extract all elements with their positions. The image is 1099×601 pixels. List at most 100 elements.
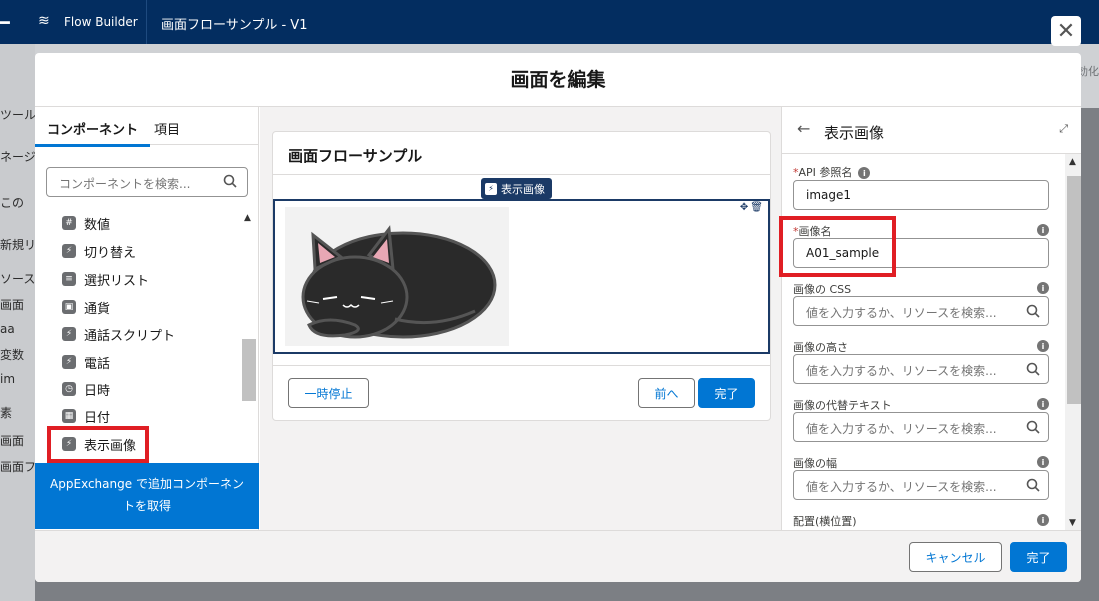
background-sidebar: ツール ネージ この 新規リ ソース 画面 aa 変数 im 素 画面 画面フ: [0, 44, 37, 601]
component-item-picklist[interactable]: ≡ 選択リスト: [62, 269, 149, 289]
info-icon[interactable]: i: [1037, 514, 1049, 526]
modal-close-button[interactable]: ✕: [1051, 16, 1081, 46]
search-icon: [1026, 362, 1040, 376]
component-label: 数値: [84, 217, 111, 233]
previous-button[interactable]: 前へ: [638, 378, 695, 408]
cancel-button[interactable]: キャンセル: [909, 542, 1002, 572]
cat-image: [285, 207, 509, 346]
component-item-toggle[interactable]: ⚡ 切り替え: [62, 241, 136, 261]
search-icon: [1026, 304, 1040, 318]
component-item-number[interactable]: # 数値: [62, 213, 110, 233]
input-placeholder: 値を入力するか、リソースを検索...: [806, 422, 997, 436]
scroll-up-icon[interactable]: ▲: [1069, 157, 1076, 167]
flow-builder-logo-icon: ≋: [38, 13, 50, 29]
screen-canvas: 画面フローサンプル ⚡ 表示画像 ✥🗑 一時停止 前へ 完了: [260, 107, 781, 530]
flow-name: 画面フローサンプル - V1: [161, 18, 308, 33]
info-icon[interactable]: i: [858, 167, 871, 179]
bg-text: aa: [0, 322, 15, 336]
search-icon: [1026, 420, 1040, 434]
component-label: 選択リスト: [84, 273, 150, 289]
app-header: ━ ≋ Flow Builder 画面フローサンプル - V1: [0, 0, 1099, 44]
number-icon: #: [62, 216, 76, 230]
image-css-input[interactable]: 値を入力するか、リソースを検索...: [793, 296, 1049, 326]
field-label-image-width: 画像の幅: [793, 457, 837, 470]
scrollbar-thumb[interactable]: [242, 339, 256, 401]
bg-text: im: [0, 372, 16, 386]
sleeping-cat-illustration: [301, 225, 497, 339]
image-width-input[interactable]: 値を入力するか、リソースを検索...: [793, 470, 1049, 500]
bg-text: 素: [0, 406, 13, 420]
pause-button[interactable]: 一時停止: [288, 378, 369, 408]
highlight-box: [47, 426, 149, 463]
expand-icon[interactable]: ⤢: [1059, 122, 1068, 136]
date-icon: ▦: [62, 409, 76, 423]
properties-scrollbar[interactable]: ▲ ▼: [1065, 154, 1081, 530]
header-divider: [146, 0, 147, 44]
info-icon[interactable]: i: [1037, 340, 1049, 352]
modal-title: 画面を編集: [510, 69, 606, 91]
properties-header: ← 表示画像 ⤢: [782, 107, 1081, 154]
selected-component-badge: ⚡ 表示画像: [481, 178, 552, 199]
close-icon: ✕: [1056, 18, 1076, 44]
component-label: 日付: [84, 410, 111, 426]
info-icon[interactable]: i: [1037, 282, 1049, 294]
field-label-alt-text: 画像の代替テキスト: [793, 399, 892, 412]
component-item-currency[interactable]: ▣ 通貨: [62, 297, 110, 317]
appexchange-banner[interactable]: AppExchange で追加コンポーネントを取得: [35, 463, 259, 529]
picklist-icon: ≡: [62, 272, 76, 286]
info-icon[interactable]: i: [1037, 224, 1049, 236]
label-text: API 参照名: [798, 166, 853, 179]
modal-footer: キャンセル 完了: [35, 530, 1081, 582]
component-label: 切り替え: [84, 245, 137, 261]
input-placeholder: 値を入力するか、リソースを検索...: [806, 364, 997, 378]
image-height-input[interactable]: 値を入力するか、リソースを検索...: [793, 354, 1049, 384]
highlight-box: [779, 216, 896, 277]
call-script-icon: ⚡: [62, 327, 76, 341]
bg-text: ソース: [0, 272, 36, 286]
finish-button[interactable]: 完了: [698, 378, 755, 408]
edit-screen-modal: 画面を編集 コンポーネント 項目 コンポーネントを検索... # 数値 ⚡ 切り…: [35, 53, 1081, 582]
api-name-input[interactable]: image1: [793, 180, 1049, 210]
component-label: 日時: [84, 383, 111, 399]
divider: [273, 365, 770, 366]
badge-label: 表示画像: [501, 182, 545, 196]
currency-icon: ▣: [62, 300, 76, 314]
scrollbar-thumb[interactable]: [1067, 176, 1081, 404]
component-item-datetime[interactable]: ◷ 日時: [62, 379, 110, 399]
tab-fields[interactable]: 項目: [154, 119, 180, 138]
palette-tabs: コンポーネント 項目: [35, 107, 259, 147]
divider: [273, 174, 770, 175]
component-label: 通貨: [84, 301, 111, 317]
component-search-input[interactable]: コンポーネントを検索...: [46, 167, 248, 197]
component-item-phone[interactable]: ⚡ 電話: [62, 352, 110, 372]
scroll-down-icon[interactable]: ▼: [1069, 518, 1076, 528]
tab-components[interactable]: コンポーネント: [35, 119, 151, 147]
datetime-icon: ◷: [62, 382, 76, 396]
toggle-icon: ⚡: [62, 244, 76, 258]
alt-text-input[interactable]: 値を入力するか、リソースを検索...: [793, 412, 1049, 442]
search-icon: [223, 174, 237, 188]
scroll-up-icon[interactable]: ▲: [244, 213, 251, 223]
properties-title: 表示画像: [824, 124, 885, 142]
bg-text: ネージ: [0, 150, 36, 164]
back-arrow-icon[interactable]: ←: [797, 119, 810, 138]
component-label: 通話スクリプト: [84, 328, 176, 344]
modal-header: 画面を編集: [35, 53, 1081, 107]
selected-display-image[interactable]: ✥🗑: [273, 199, 770, 354]
bg-text: 新規リ: [0, 238, 37, 252]
move-delete-icons[interactable]: ✥🗑: [740, 202, 765, 213]
bg-text: 画面: [0, 298, 25, 312]
component-item-date[interactable]: ▦ 日付: [62, 406, 110, 426]
screen-preview-card: 画面フローサンプル ⚡ 表示画像 ✥🗑 一時停止 前へ 完了: [272, 131, 771, 421]
component-label: 電話: [84, 356, 111, 372]
done-button[interactable]: 完了: [1010, 542, 1067, 572]
component-item-call-script[interactable]: ⚡ 通話スクリプト: [62, 324, 175, 344]
input-placeholder: 値を入力するか、リソースを検索...: [806, 306, 997, 320]
field-label-image-height: 画像の高さ: [793, 341, 848, 354]
menu-icon[interactable]: ━: [0, 13, 10, 32]
info-icon[interactable]: i: [1037, 456, 1049, 468]
bg-text: 画面フ: [0, 460, 37, 474]
field-label-alignment: 配置(横位置): [793, 515, 857, 528]
phone-icon: ⚡: [62, 355, 76, 369]
info-icon[interactable]: i: [1037, 398, 1049, 410]
